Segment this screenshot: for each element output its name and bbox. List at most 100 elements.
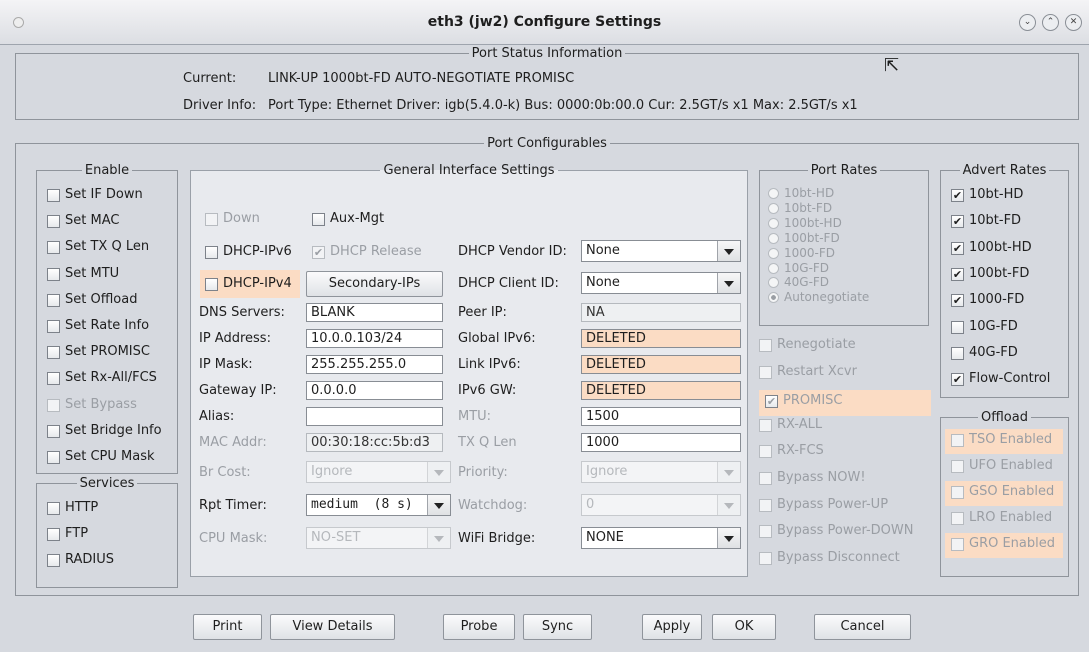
enable-set-promisc-checkbox-box[interactable] <box>47 346 60 360</box>
chevron-down-icon[interactable] <box>427 528 450 548</box>
mtu-field[interactable]: 1500 <box>581 407 741 426</box>
tx-q-len-label: TX Q Len <box>458 435 517 450</box>
advert-10g-fd-checkbox-box[interactable] <box>951 320 964 334</box>
offload-ufo-enabled-checkbox[interactable]: UFO Enabled <box>945 455 1063 480</box>
enable-set-cpu-mask-checkbox-box[interactable] <box>47 451 60 464</box>
chevron-down-icon[interactable] <box>717 528 740 548</box>
chevron-down-icon[interactable] <box>717 495 740 515</box>
offload-lro-enabled-checkbox-label: LRO Enabled <box>969 510 1053 525</box>
advert-10bt-fd-checkbox-box[interactable]: ✔ <box>951 215 964 229</box>
priority-select[interactable]: Ignore <box>581 461 741 483</box>
advert-10bt-hd-checkbox-label: 10bt-HD <box>969 187 1024 202</box>
dhcp-release-checkbox-box[interactable]: ✔ <box>312 246 325 259</box>
enable-set-rx-all-fcs-checkbox-box[interactable] <box>47 372 60 386</box>
offload-lro-enabled-checkbox[interactable]: LRO Enabled <box>945 507 1063 532</box>
maximize-icon[interactable]: ⌃ <box>1042 14 1059 31</box>
alias-field[interactable] <box>306 407 443 426</box>
chevron-down-icon[interactable] <box>427 495 450 515</box>
link-ipv6-field[interactable]: DELETED <box>581 355 741 374</box>
option-rx-all-checkbox-box[interactable] <box>759 418 772 432</box>
offload-lro-enabled-checkbox-box[interactable] <box>951 512 964 525</box>
rpt-timer-value: medium (8 s) <box>311 497 413 512</box>
service-ftp-checkbox-box[interactable] <box>47 528 60 541</box>
sync-button[interactable]: Sync <box>523 614 592 640</box>
radio-button-icon[interactable] <box>768 232 779 244</box>
offload-gro-enabled-checkbox[interactable]: GRO Enabled <box>945 533 1063 558</box>
enable-set-tx-q-len-checkbox-box[interactable] <box>47 241 60 255</box>
radio-button-icon[interactable] <box>768 202 779 214</box>
enable-set-bypass-checkbox-box[interactable] <box>47 398 60 412</box>
mac-addr-field[interactable]: 00:30:18:cc:5b:d3 <box>306 433 443 452</box>
offload-gso-enabled-checkbox-box[interactable] <box>951 486 964 499</box>
option-bypass-now-checkbox-box[interactable] <box>759 472 772 485</box>
wifi-bridge-select[interactable]: NONE <box>581 527 741 549</box>
cpu-mask-select[interactable]: NO-SET <box>306 527 451 549</box>
view-details-button[interactable]: View Details <box>270 614 395 640</box>
chevron-down-icon[interactable] <box>717 241 740 261</box>
secondary-ips-button[interactable]: Secondary-IPs <box>306 271 443 297</box>
service-http-checkbox-box[interactable] <box>47 502 60 515</box>
peer-ip-field[interactable]: NA <box>581 303 741 322</box>
aux-mgt-checkbox-box[interactable] <box>312 213 325 226</box>
radio-button-icon[interactable] <box>768 188 779 199</box>
radio-button-icon[interactable] <box>768 217 779 229</box>
chevron-down-icon[interactable] <box>717 462 740 482</box>
option-bypass-power-up-checkbox-box[interactable] <box>759 498 772 512</box>
radio-button-icon[interactable] <box>768 262 779 274</box>
offload-tso-enabled-checkbox[interactable]: TSO Enabled <box>945 429 1063 454</box>
global-ipv6-field[interactable]: DELETED <box>581 329 741 348</box>
offload-tso-enabled-checkbox-box[interactable] <box>951 434 964 447</box>
advert-40g-fd-checkbox-box[interactable] <box>951 346 964 360</box>
enable-set-rate-info-checkbox-box[interactable] <box>47 320 60 333</box>
option-bypass-disconnect-checkbox-box[interactable] <box>759 551 772 565</box>
down-checkbox-box[interactable] <box>205 213 218 226</box>
ip-mask-field[interactable]: 255.255.255.0 <box>306 355 443 374</box>
offload-gro-enabled-checkbox-box[interactable] <box>951 538 964 551</box>
dhcp-client-select[interactable]: None <box>581 272 741 294</box>
priority-value: Ignore <box>586 464 628 479</box>
chevron-down-icon[interactable] <box>717 273 740 293</box>
apply-button[interactable]: Apply <box>642 614 702 640</box>
close-icon[interactable]: ✕ <box>1065 14 1082 31</box>
option-bypass-disconnect-checkbox-label: Bypass Disconnect <box>777 549 900 565</box>
advert-100bt-hd-checkbox-box[interactable]: ✔ <box>951 241 964 255</box>
option-restart-xcvr-checkbox-box[interactable] <box>759 365 772 379</box>
probe-button[interactable]: Probe <box>443 614 515 640</box>
print-button[interactable]: Print <box>193 614 262 640</box>
option-promisc-checkbox[interactable]: ✔ PROMISC <box>759 390 931 417</box>
option-renegotiate-checkbox-box[interactable] <box>759 339 772 352</box>
br-cost-select[interactable]: Ignore <box>306 461 451 483</box>
minimize-icon[interactable]: ⌄ <box>1019 14 1036 31</box>
enable-set-mtu-checkbox-box[interactable] <box>47 267 60 281</box>
enable-set-bridge-info-checkbox-box[interactable] <box>47 424 60 438</box>
ipv6-gw-field[interactable]: DELETED <box>581 381 741 400</box>
dhcp-vendor-select[interactable]: None <box>581 240 741 262</box>
watchdog-select[interactable]: 0 <box>581 494 741 516</box>
dhcp-ipv6-checkbox-box[interactable] <box>205 246 218 259</box>
offload-gso-enabled-checkbox[interactable]: GSO Enabled <box>945 481 1063 506</box>
option-promisc-checkbox-box[interactable]: ✔ <box>765 395 778 409</box>
advert-flow-control-checkbox-box[interactable]: ✔ <box>951 373 964 387</box>
tx-q-len-field[interactable]: 1000 <box>581 433 741 452</box>
enable-set-if-down-checkbox-box[interactable] <box>47 189 60 202</box>
option-bypass-power-down-checkbox-box[interactable] <box>759 525 772 539</box>
ip-address-field[interactable]: 10.0.0.103/24 <box>306 329 443 348</box>
cancel-button[interactable]: Cancel <box>814 614 911 640</box>
advert-100bt-fd-checkbox-box[interactable]: ✔ <box>951 267 964 281</box>
dhcp-ipv4-checkbox-box[interactable] <box>205 278 218 291</box>
option-rx-fcs-checkbox-box[interactable] <box>759 445 772 459</box>
advert-10bt-hd-checkbox-box[interactable]: ✔ <box>951 189 964 202</box>
enable-set-mac-checkbox-box[interactable] <box>47 215 60 229</box>
chevron-down-icon[interactable] <box>427 462 450 482</box>
radio-button-icon[interactable] <box>768 247 779 259</box>
offload-ufo-enabled-checkbox-box[interactable] <box>951 460 964 473</box>
service-radius-checkbox-box[interactable] <box>47 554 60 567</box>
gateway-ip-field[interactable]: 0.0.0.0 <box>306 381 443 400</box>
option-bypass-power-down-checkbox-label: Bypass Power-DOWN <box>777 523 914 539</box>
option-promisc-checkbox-label: PROMISC <box>783 393 843 409</box>
dns-servers-field[interactable]: BLANK <box>306 303 443 322</box>
advert-1000-fd-checkbox-box[interactable]: ✔ <box>951 294 964 308</box>
ok-button[interactable]: OK <box>712 614 776 640</box>
rpt-timer-select[interactable]: medium (8 s) <box>306 494 451 516</box>
enable-set-offload-checkbox-box[interactable] <box>47 293 60 307</box>
